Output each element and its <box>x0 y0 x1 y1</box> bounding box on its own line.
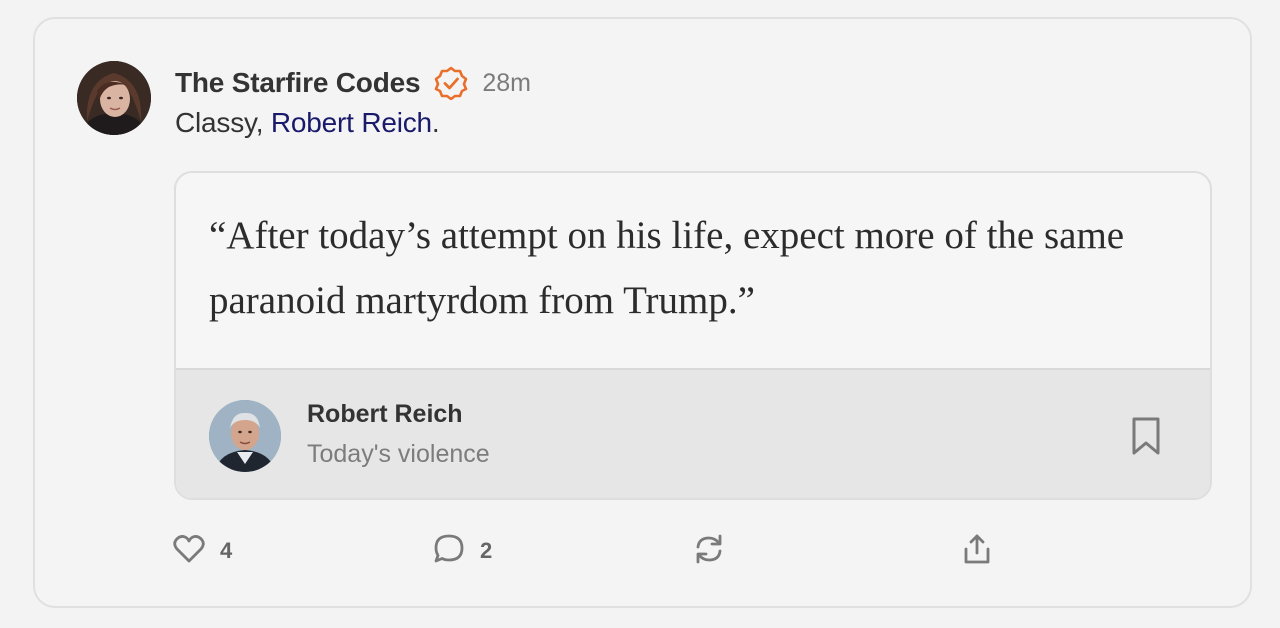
share-icon <box>960 532 994 571</box>
mention-link[interactable]: Robert Reich <box>271 107 432 138</box>
embed-byline[interactable]: Robert Reich Today's violence <box>176 368 1210 498</box>
post-text-prefix: Classy, <box>175 107 271 138</box>
author-row: The Starfire Codes 28m <box>175 65 531 101</box>
post-text-suffix: . <box>431 107 440 138</box>
restack-button[interactable] <box>692 529 726 573</box>
comment-icon <box>432 532 466 571</box>
comment-count: 2 <box>480 538 493 563</box>
like-count: 4 <box>220 538 233 563</box>
embed-author-avatar <box>209 400 281 472</box>
post-actions: 4 2 <box>35 529 1250 573</box>
verified-badge-icon <box>434 66 468 100</box>
embedded-post[interactable]: “After today’s attempt on his life, expe… <box>174 171 1212 500</box>
author-name[interactable]: The Starfire Codes <box>175 67 421 99</box>
post-card: The Starfire Codes 28m Classy, Robert Re… <box>33 17 1252 608</box>
restack-icon <box>692 532 726 571</box>
bookmark-icon[interactable] <box>1128 416 1164 456</box>
post-timestamp: 28m <box>482 68 531 97</box>
embed-post-title[interactable]: Today's violence <box>307 440 490 469</box>
share-button[interactable] <box>960 529 994 573</box>
author-avatar[interactable] <box>77 61 151 135</box>
like-button[interactable]: 4 <box>172 529 232 573</box>
heart-icon <box>172 532 206 571</box>
post-text: Classy, Robert Reich. <box>175 107 440 139</box>
comment-button[interactable]: 2 <box>432 529 492 573</box>
embed-quote: “After today’s attempt on his life, expe… <box>209 214 1125 322</box>
embed-author-name[interactable]: Robert Reich <box>307 400 463 429</box>
